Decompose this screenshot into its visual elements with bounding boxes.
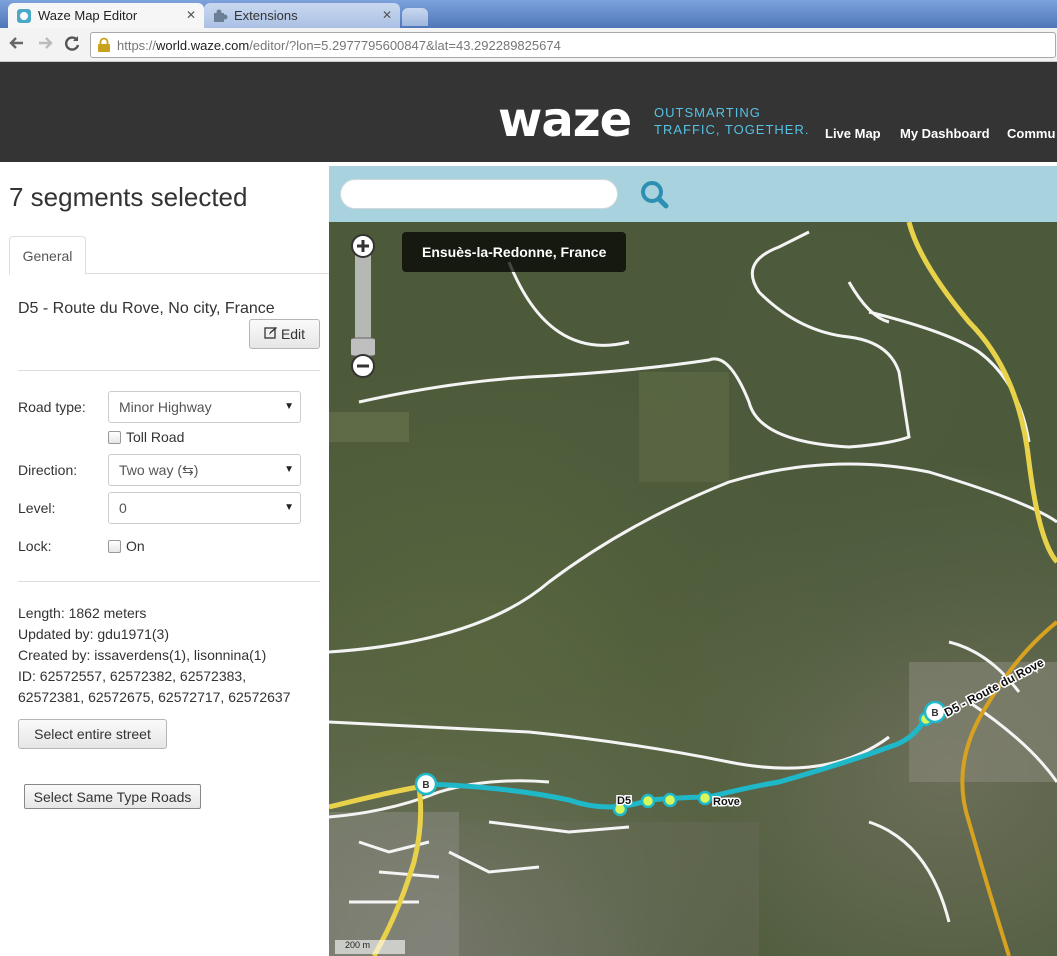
zoom-slider-handle[interactable]	[345, 337, 381, 357]
waze-logo[interactable]: waze	[498, 92, 632, 148]
browser-tab-waze[interactable]: Waze Map Editor ✕	[8, 3, 204, 28]
endpoint-west-label: B	[422, 780, 429, 791]
edit-icon	[264, 326, 277, 342]
search-icon[interactable]	[639, 179, 669, 214]
segment-node[interactable]	[662, 792, 678, 808]
scale-bar: 200 m	[335, 940, 405, 954]
browser-tab-extensions[interactable]: Extensions ✕	[204, 3, 400, 28]
edit-panel: 7 segments selected General D5 - Route d…	[0, 166, 329, 956]
level-value: 0	[119, 500, 127, 516]
road-name: D5 - Route du Rove, No city, France	[18, 300, 275, 317]
url-scheme: https://	[117, 37, 157, 53]
vineyard-patch	[639, 372, 729, 482]
reload-icon[interactable]	[63, 34, 81, 57]
segment-node[interactable]	[640, 793, 656, 809]
dropdown-arrow-icon: ▼	[284, 502, 294, 513]
panel-tabs: General	[9, 236, 329, 275]
lock-label: Lock:	[18, 538, 52, 554]
zoom-control	[345, 234, 381, 380]
dropdown-arrow-icon: ▼	[284, 401, 294, 412]
road-type-label: Road type:	[18, 399, 86, 415]
lock-checkbox[interactable]	[108, 540, 121, 553]
map-view[interactable]: B B D5 - Route du Rove D5 Rove Ensuès-la…	[329, 222, 1057, 956]
waze-favicon-icon	[16, 8, 32, 24]
dropdown-arrow-icon: ▼	[284, 464, 294, 475]
url-path: /editor/?lon=5.2977795600847&lat=43.2922…	[249, 37, 561, 53]
segment-updated-by: Updated by: gdu1971(3)	[18, 626, 169, 642]
level-label: Level:	[18, 500, 56, 516]
waze-tagline: OUTSMARTING TRAFFIC, TOGETHER.	[654, 104, 809, 138]
road-label-mid-b: Rove	[713, 796, 740, 808]
browser-tab-bar: Waze Map Editor ✕ Extensions ✕	[0, 0, 1057, 28]
puzzle-piece-icon	[212, 8, 228, 24]
edit-label: Edit	[280, 326, 306, 342]
new-tab-button[interactable]	[402, 8, 428, 26]
road-type-select[interactable]: Minor Highway ▼	[108, 391, 301, 423]
map-search-input[interactable]	[340, 179, 618, 209]
selected-segment[interactable]	[425, 709, 937, 810]
town-area-east	[459, 822, 759, 956]
select-entire-street-button[interactable]: Select entire street	[18, 719, 167, 749]
tab-general[interactable]: General	[9, 236, 86, 275]
map-search-bar	[329, 166, 1057, 222]
direction-select[interactable]: Two way (⇆) ▼	[108, 454, 301, 486]
browser-tab-label: Waze Map Editor	[38, 8, 138, 23]
tagline-line-2: TRAFFIC, TOGETHER.	[654, 122, 810, 137]
nav-community[interactable]: Commu	[1007, 126, 1055, 141]
direction-value: Two way (⇆)	[119, 461, 199, 478]
close-tab-icon[interactable]: ✕	[382, 8, 392, 22]
divider	[18, 370, 320, 371]
level-select[interactable]: 0 ▼	[108, 492, 301, 524]
endpoint-east-label: B	[931, 708, 938, 719]
back-arrow-icon[interactable]	[8, 34, 26, 57]
town-area	[329, 812, 459, 956]
endpoint-east[interactable]: B	[923, 700, 947, 724]
field-patch	[329, 412, 409, 442]
selection-title: 7 segments selected	[9, 182, 248, 212]
tagline-line-1: OUTSMARTING	[654, 105, 761, 120]
segment-ids-line-2: 62572381, 62572675, 62572717, 62572637	[18, 689, 291, 705]
segment-created-by: Created by: issaverdens(1), lisonnina(1)	[18, 647, 267, 663]
select-same-type-roads-button[interactable]: Select Same Type Roads	[24, 784, 201, 809]
waze-header: waze OUTSMARTING TRAFFIC, TOGETHER. Live…	[0, 62, 1057, 162]
edit-button[interactable]: Edit	[249, 319, 320, 349]
forward-arrow-icon[interactable]	[36, 34, 54, 57]
lock-option-label: On	[126, 538, 145, 554]
direction-label: Direction:	[18, 462, 78, 478]
warning-lock-icon[interactable]	[97, 37, 111, 53]
segment-length: Length: 1862 meters	[18, 605, 147, 621]
divider	[18, 581, 320, 582]
close-tab-icon[interactable]: ✕	[186, 8, 196, 22]
endpoint-west[interactable]: B	[414, 772, 438, 796]
nav-my-dashboard[interactable]: My Dashboard	[900, 126, 990, 141]
location-label: Ensuès-la-Redonne, France	[402, 232, 627, 272]
segment-node[interactable]	[697, 790, 713, 806]
road-label-mid-a: D5	[617, 795, 631, 807]
browser-toolbar: https://world.waze.com/editor/?lon=5.297…	[0, 28, 1057, 62]
segment-ids-line-1: ID: 62572557, 62572382, 62572383,	[18, 668, 247, 684]
browser-tab-label: Extensions	[234, 8, 298, 23]
toll-road-checkbox[interactable]	[108, 431, 121, 444]
nav-live-map[interactable]: Live Map	[825, 126, 881, 141]
road-type-value: Minor Highway	[119, 399, 212, 415]
url-host: world.waze.com	[156, 37, 250, 53]
toll-road-label: Toll Road	[126, 429, 185, 445]
address-bar[interactable]: https://world.waze.com/editor/?lon=5.297…	[90, 32, 1056, 58]
map-canvas[interactable]: B B D5 - Route du Rove D5 Rove	[329, 222, 1057, 956]
